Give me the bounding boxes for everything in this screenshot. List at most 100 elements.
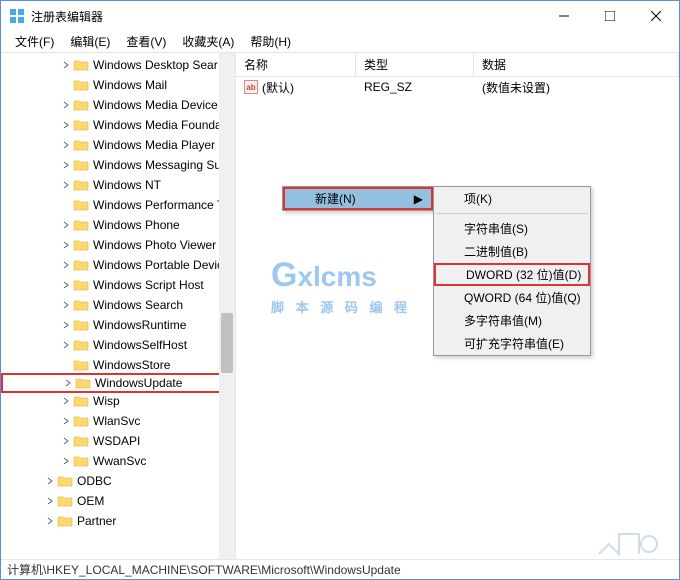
expander-icon[interactable] [59,434,73,448]
menu-bar: 文件(F) 编辑(E) 查看(V) 收藏夹(A) 帮助(H) [1,31,679,53]
tree-item[interactable]: WindowsRuntime [1,315,235,335]
expander-icon[interactable] [43,514,57,528]
tree-scrollbar[interactable] [219,53,235,559]
menuitem-multi[interactable]: 多字符串值(M) [434,309,590,332]
tree-item[interactable]: Windows Media Device [1,95,235,115]
folder-icon [73,178,89,192]
tree-item-label: WindowsRuntime [93,318,186,332]
tree-item[interactable]: Windows Phone [1,215,235,235]
menuitem-dword[interactable]: DWORD (32 位)值(D) [434,263,590,286]
folder-icon [73,238,89,252]
expander-icon[interactable] [59,158,73,172]
tree-item[interactable]: Windows Search [1,295,235,315]
tree-item[interactable]: Windows Media Player [1,135,235,155]
expander-icon[interactable] [59,394,73,408]
expander-icon[interactable] [61,376,75,390]
tree-item[interactable]: ODBC [1,471,235,491]
status-bar: 计算机\HKEY_LOCAL_MACHINE\SOFTWARE\Microsof… [1,559,679,579]
close-button[interactable] [633,1,679,31]
tree-item[interactable]: Windows Media Founda [1,115,235,135]
folder-icon [73,218,89,232]
menu-favorites[interactable]: 收藏夹(A) [174,33,242,50]
expander-icon[interactable] [59,238,73,252]
menu-edit[interactable]: 编辑(E) [62,33,118,50]
tree-item[interactable]: Windows NT [1,175,235,195]
tree-item[interactable]: Windows Desktop Sear [1,55,235,75]
expander-icon[interactable] [59,138,73,152]
expander-icon[interactable] [59,414,73,428]
expander-icon[interactable] [59,258,73,272]
tree-item[interactable]: Windows Performance T [1,195,235,215]
col-type[interactable]: 类型 [356,53,474,76]
cell-type: REG_SZ [356,80,474,94]
expander-icon[interactable] [59,98,73,112]
menuitem-new-label: 新建(N) [315,190,356,207]
expander-icon[interactable] [59,218,73,232]
tree-item-label: WindowsUpdate [95,376,182,390]
menuitem-string[interactable]: 字符串值(S) [434,217,590,240]
tree-item[interactable]: Windows Script Host [1,275,235,295]
cell-data: (数值未设置) [474,79,679,96]
context-menu-main: 新建(N) ▶ [282,186,434,211]
tree-item[interactable]: WlanSvc [1,411,235,431]
tree-item[interactable]: OEM [1,491,235,511]
expander-icon[interactable] [59,454,73,468]
context-menu-new: 项(K) 字符串值(S) 二进制值(B) DWORD (32 位)值(D) QW… [433,186,591,356]
tree-item[interactable]: WwanSvc [1,451,235,471]
menuitem-binary[interactable]: 二进制值(B) [434,240,590,263]
expander-icon[interactable] [59,198,73,212]
list-row[interactable]: ab (默认) REG_SZ (数值未设置) [236,77,679,97]
menuitem-key[interactable]: 项(K) [434,187,590,210]
menuitem-qword[interactable]: QWORD (64 位)值(Q) [434,286,590,309]
expander-icon[interactable] [59,118,73,132]
folder-icon [73,58,89,72]
expander-icon[interactable] [43,494,57,508]
tree-item[interactable]: WindowsSelfHost [1,335,235,355]
folder-icon [73,454,89,468]
folder-icon [73,258,89,272]
status-path: 计算机\HKEY_LOCAL_MACHINE\SOFTWARE\Microsof… [7,561,401,578]
tree-item-label: Windows Search [93,298,183,312]
minimize-button[interactable] [541,1,587,31]
tree-item-label: Windows Portable Devic [93,258,223,272]
expander-icon[interactable] [59,78,73,92]
expander-icon[interactable] [59,58,73,72]
folder-icon [57,494,73,508]
folder-icon [57,474,73,488]
tree-item[interactable]: Windows Photo Viewer [1,235,235,255]
maximize-button[interactable] [587,1,633,31]
tree-item[interactable]: Windows Mail [1,75,235,95]
list-header: 名称 类型 数据 [236,53,679,77]
expander-icon[interactable] [59,358,73,372]
menuitem-expand[interactable]: 可扩充字符串值(E) [434,332,590,355]
tree-item[interactable]: WSDAPI [1,431,235,451]
menu-help[interactable]: 帮助(H) [242,33,299,50]
folder-icon [73,98,89,112]
tree-item-label: Windows Messaging Su [93,158,221,172]
tree-panel: Windows Desktop SearWindows Mail Windows … [1,53,236,559]
menu-file[interactable]: 文件(F) [7,33,62,50]
expander-icon[interactable] [59,278,73,292]
tree-item-label: Windows Media Founda [93,118,222,132]
tree-item[interactable]: WindowsUpdate [1,373,235,393]
tree-item-label: Windows Script Host [93,278,204,292]
expander-icon[interactable] [43,474,57,488]
expander-icon[interactable] [59,178,73,192]
tree-item[interactable]: Windows Messaging Su [1,155,235,175]
tree-item-label: Windows Media Device [93,98,218,112]
tree-item-label: Windows NT [93,178,161,192]
registry-tree: Windows Desktop SearWindows Mail Windows … [1,53,235,531]
tree-item[interactable]: WindowsStore [1,355,235,375]
expander-icon[interactable] [59,318,73,332]
expander-icon[interactable] [59,298,73,312]
expander-icon[interactable] [59,338,73,352]
col-name[interactable]: 名称 [236,53,356,76]
menuitem-new[interactable]: 新建(N) ▶ [283,187,433,210]
col-data[interactable]: 数据 [474,53,679,76]
menu-view[interactable]: 查看(V) [118,33,174,50]
tree-item[interactable]: Partner [1,511,235,531]
string-value-icon: ab [244,80,258,94]
folder-icon [73,394,89,408]
tree-item[interactable]: Wisp [1,391,235,411]
tree-item[interactable]: Windows Portable Devic [1,255,235,275]
